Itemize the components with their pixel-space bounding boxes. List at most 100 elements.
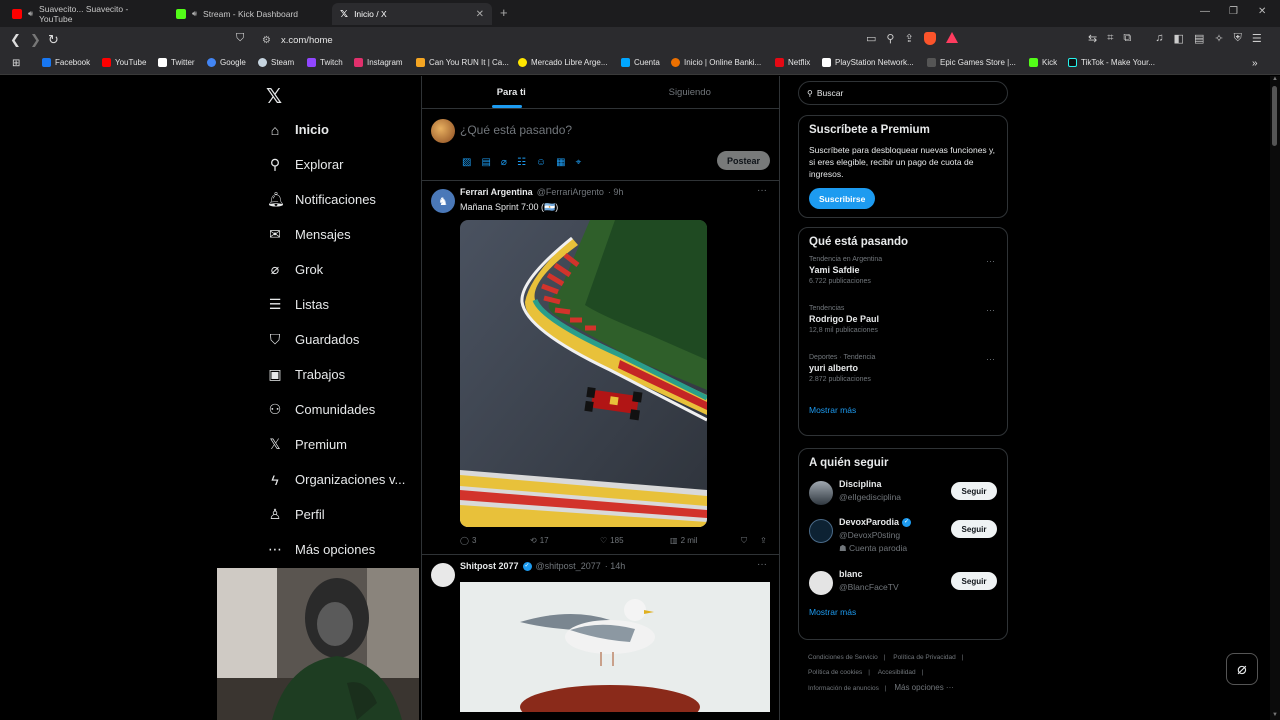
gif-icon[interactable]: ▤	[481, 157, 490, 168]
nav-item-comunidades[interactable]: ⚇ Comunidades	[260, 392, 420, 427]
bookmark-cuenta[interactable]: Cuenta	[621, 58, 660, 67]
follow-suggestion[interactable]: blanc @BlancFaceTV Seguir	[809, 567, 997, 607]
nav-item-premium[interactable]: 𝕏 Premium	[260, 427, 420, 462]
more-options-icon[interactable]: ···	[986, 256, 995, 266]
bookmark-twitter[interactable]: Twitter	[158, 58, 195, 67]
nav-item-mas-opciones[interactable]: ⋯ Más opciones	[260, 532, 420, 567]
more-options-icon[interactable]: ···	[757, 185, 767, 196]
footer-link[interactable]: Política de cookies	[808, 669, 862, 676]
more-bookmarks-icon[interactable]: »	[1252, 58, 1258, 69]
menu-icon[interactable]: ☰	[1252, 32, 1262, 45]
bookmark-page-icon[interactable]: ⛉	[236, 32, 244, 45]
more-options-icon[interactable]: ···	[757, 559, 767, 570]
follow-suggestion[interactable]: Disciplina @elIgedisciplina Seguir	[809, 477, 997, 515]
forward-icon[interactable]: ❯	[30, 32, 41, 48]
tweet-image-seagull[interactable]	[460, 582, 770, 712]
leo-ai-icon[interactable]: ✧	[1214, 32, 1223, 45]
new-tab-button[interactable]: +	[500, 5, 508, 20]
translate-icon[interactable]: ⇆	[1088, 32, 1097, 45]
trend-item[interactable]: Tendencias Rodrigo De Paul 12,8 mil publ…	[809, 305, 997, 354]
avatar[interactable]	[809, 481, 833, 505]
avatar[interactable]	[431, 119, 455, 143]
repost-button[interactable]: ⟲ 17	[530, 536, 549, 545]
tab-youtube[interactable]: 🔊︎ Suavecito... Suavecito - YouTube	[4, 3, 164, 25]
bookmark-twitch[interactable]: Twitch	[307, 58, 343, 67]
brave-rewards-icon[interactable]	[945, 32, 958, 43]
poll-icon[interactable]: ☷	[517, 157, 526, 168]
reply-button[interactable]: ◯ 3	[460, 536, 476, 545]
nav-item-trabajos[interactable]: ▣ Trabajos	[260, 357, 420, 392]
subscribe-button[interactable]: Suscribirse	[809, 188, 876, 209]
bookmark-epicgames[interactable]: Epic Games Store |...	[927, 58, 1016, 67]
views-button[interactable]: ▥ 2 mil	[670, 536, 697, 545]
image-icon[interactable]: ▨	[462, 157, 471, 168]
bookmark-youtube[interactable]: YouTube	[102, 58, 146, 67]
brave-shields-icon[interactable]	[923, 32, 936, 45]
bookmark-tiktok[interactable]: TikTok - Make Your...	[1068, 58, 1155, 67]
nav-item-grok[interactable]: ⌀ Grok	[260, 252, 420, 287]
like-button[interactable]: ♡ 185	[600, 536, 624, 545]
footer-link[interactable]: Política de Privacidad	[893, 654, 956, 661]
media-icon[interactable]: ♫	[1155, 32, 1163, 45]
reload-icon[interactable]: ↻	[48, 32, 59, 48]
author-name[interactable]: Ferrari Argentina	[460, 187, 533, 197]
tweet[interactable]: Shitpost 2077 ✓ @shitpost_2077 · 14h ···	[422, 555, 779, 720]
scroll-down-icon[interactable]: ▼	[1272, 712, 1278, 718]
nav-item-mensajes[interactable]: ✉ Mensajes	[260, 217, 420, 252]
follow-button[interactable]: Seguir	[951, 482, 997, 500]
share-icon[interactable]: ⇪	[904, 32, 913, 45]
follow-suggestion[interactable]: DevoxParodia ✓ @DevoxP0sting ☗ Cuenta par…	[809, 515, 997, 567]
more-options-icon[interactable]: ···	[986, 305, 995, 315]
grok-floating-button[interactable]: ⌀	[1226, 653, 1258, 685]
bookmark-instagram[interactable]: Instagram	[354, 58, 403, 67]
nav-item-guardados[interactable]: ⛉ Guardados	[260, 322, 420, 357]
avatar[interactable]	[809, 571, 833, 595]
compose-input[interactable]: ¿Qué está pasando?	[460, 123, 572, 137]
bookmark-button[interactable]: ⛉	[741, 536, 747, 546]
follow-button[interactable]: Seguir	[951, 572, 997, 590]
screenshot-icon[interactable]: ⌗	[1107, 32, 1113, 45]
bookmark-netflix[interactable]: Netflix	[775, 58, 810, 67]
back-icon[interactable]: ❮	[10, 32, 21, 48]
show-more-trends-link[interactable]: Mostrar más	[809, 405, 997, 415]
tab-kick[interactable]: 🔊︎ Stream - Kick Dashboard	[168, 3, 328, 25]
tweet-time[interactable]: · 14h	[605, 561, 626, 571]
sidebar-icon[interactable]: ◧	[1174, 32, 1184, 45]
bookmark-playstation[interactable]: PlayStation Network...	[822, 58, 914, 67]
nav-item-inicio[interactable]: ⌂ Inicio	[260, 112, 420, 147]
share-button[interactable]: ⇪	[760, 536, 767, 545]
avatar[interactable]	[809, 519, 833, 543]
x-logo-icon[interactable]: 𝕏	[266, 84, 282, 109]
bookmark-banking[interactable]: Inicio | Online Banki...	[671, 58, 761, 67]
bookmark-kick[interactable]: Kick	[1029, 58, 1057, 67]
more-options-icon[interactable]: ···	[986, 354, 995, 364]
author-name[interactable]: Shitpost 2077	[460, 561, 519, 571]
footer-link[interactable]: Accesibilidad	[878, 669, 916, 676]
cast-icon[interactable]: ▭	[866, 32, 876, 45]
shitpost-avatar[interactable]	[431, 563, 455, 587]
bookmark-mercadolibre[interactable]: Mercado Libre Arge...	[518, 58, 607, 67]
bookmark-google[interactable]: Google	[207, 58, 246, 67]
footer-link[interactable]: Condiciones de Servicio	[808, 654, 878, 661]
tweet-image-f1-car[interactable]	[460, 220, 707, 527]
close-tab-icon[interactable]: ✕	[476, 9, 484, 20]
post-button[interactable]: Postear	[717, 151, 770, 170]
bookmark-steam[interactable]: Steam	[258, 58, 294, 67]
restore-icon[interactable]: ❐	[1229, 6, 1238, 17]
bookmark-canyourunit[interactable]: Can You RUN It | Ca...	[416, 58, 509, 67]
tab-siguiendo[interactable]: Siguiendo	[601, 76, 780, 108]
scroll-up-icon[interactable]: ▲	[1272, 76, 1278, 82]
ferrari-avatar[interactable]: ♞	[431, 189, 455, 213]
trend-item[interactable]: Deportes · Tendencia yuri alberto 2.872 …	[809, 354, 997, 403]
page-scrollbar[interactable]: ▲ ▼	[1270, 76, 1280, 720]
schedule-icon[interactable]: ▦	[556, 157, 565, 168]
grok-icon[interactable]: ⌀	[501, 157, 507, 168]
minimize-icon[interactable]: —	[1200, 6, 1210, 17]
follow-button[interactable]: Seguir	[951, 520, 997, 538]
nav-item-perfil[interactable]: ♙ Perfil	[260, 497, 420, 532]
vpn-icon[interactable]: ⛨	[1234, 32, 1242, 45]
show-more-follow-link[interactable]: Mostrar más	[809, 607, 997, 617]
author-handle[interactable]: @FerrariArgento	[537, 187, 604, 197]
tab-x-home[interactable]: 𝕏 Inicio / X ✕	[332, 3, 492, 25]
site-settings-icon[interactable]: ⚙	[262, 35, 271, 46]
